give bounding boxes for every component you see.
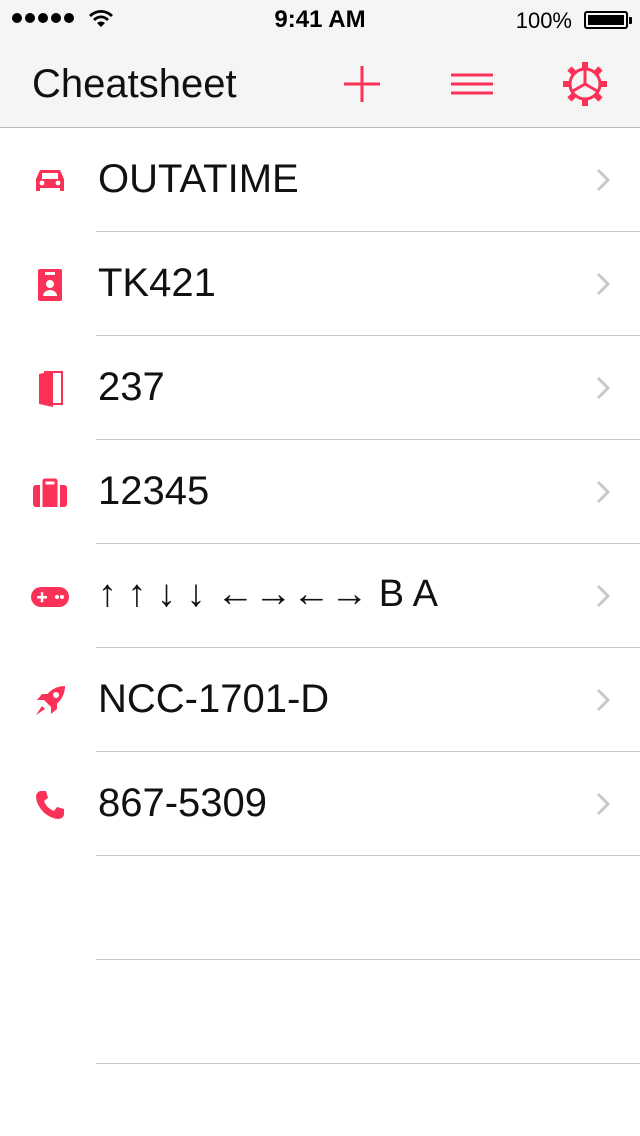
item-text: 867-5309 <box>98 781 268 825</box>
battery-icon <box>584 11 632 29</box>
item-text: TK421 <box>98 261 216 305</box>
chevron-right-icon <box>596 688 610 712</box>
item-text: ↑ ↑ ↓ ↓ ←→←→ B A <box>98 573 438 615</box>
empty-row <box>0 960 640 1064</box>
door-icon <box>30 371 70 407</box>
battery-percentage: 100% <box>515 8 572 33</box>
hamburger-icon <box>451 73 493 95</box>
chevron-right-icon <box>596 168 610 192</box>
chevron-right-icon <box>596 480 610 504</box>
status-bar: 9:41 AM 100% <box>0 0 640 40</box>
gamepad-icon <box>30 580 70 614</box>
settings-button[interactable] <box>559 58 611 110</box>
add-button[interactable] <box>336 58 388 110</box>
menu-button[interactable] <box>446 58 498 110</box>
page-title: Cheatsheet <box>32 62 237 106</box>
item-text: NCC-1701-D <box>98 677 330 721</box>
list-item[interactable]: TK421 <box>0 232 640 336</box>
phone-icon <box>30 788 70 822</box>
car-icon <box>30 164 70 198</box>
id-badge-icon <box>30 268 70 302</box>
gear-icon <box>563 62 607 106</box>
item-text: 237 <box>98 365 165 409</box>
suitcase-icon <box>30 476 70 510</box>
separator <box>96 1063 640 1064</box>
item-text: OUTATIME <box>98 157 299 201</box>
cheat-list: OUTATIME TK421 237 12345 ↑ ↑ ↓ ↓ ←→←→ B … <box>0 128 640 1064</box>
navigation-bar: Cheatsheet <box>0 40 640 128</box>
empty-row <box>0 856 640 960</box>
plus-icon <box>344 66 380 102</box>
list-item[interactable]: OUTATIME <box>0 128 640 232</box>
chevron-right-icon <box>596 584 610 608</box>
chevron-right-icon <box>596 376 610 400</box>
rocket-icon <box>30 684 70 718</box>
item-text: 12345 <box>98 469 210 513</box>
chevron-right-icon <box>596 792 610 816</box>
list-item[interactable]: NCC-1701-D <box>0 648 640 752</box>
list-item[interactable]: 237 <box>0 336 640 440</box>
chevron-right-icon <box>596 272 610 296</box>
list-item[interactable]: ↑ ↑ ↓ ↓ ←→←→ B A <box>0 544 640 648</box>
list-item[interactable]: 867-5309 <box>0 752 640 856</box>
list-item[interactable]: 12345 <box>0 440 640 544</box>
